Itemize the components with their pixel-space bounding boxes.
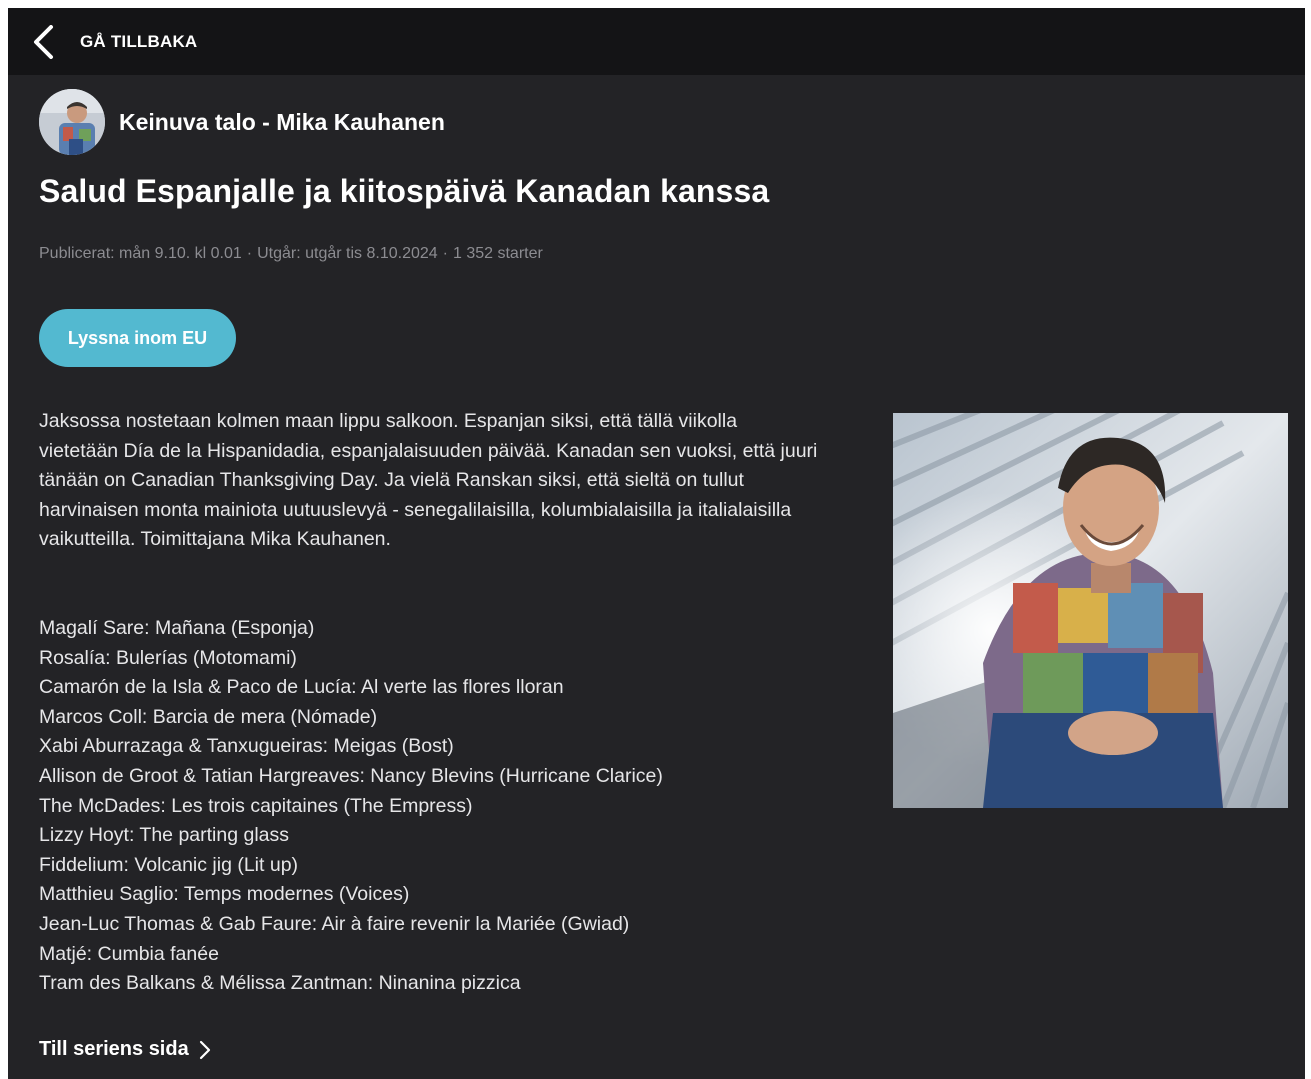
playlist-item: Camarón de la Isla & Paco de Lucía: Al v… — [39, 676, 564, 699]
playlist-item: Marcos Coll: Barcia de mera (Nómade) — [39, 705, 378, 728]
top-bar: GÅ TILLBAKA — [8, 8, 1305, 75]
expiry-date: Utgår: utgår tis 8.10.2024 — [257, 245, 438, 262]
series-title: Keinuva talo - Mika Kauhanen — [119, 108, 445, 135]
series-page-link[interactable]: Till seriens sida — [39, 1038, 211, 1061]
playlist-item: Lizzy Hoyt: The parting glass — [39, 824, 290, 847]
playlist-item: The McDades: Les trois capitaines (The E… — [39, 794, 473, 817]
playlist-item: Xabi Aburrazaga & Tanxugueiras: Meigas (… — [39, 735, 454, 758]
meta-separator: · — [442, 245, 448, 262]
playlist-item: Allison de Groot & Tatian Hargreaves: Na… — [39, 764, 663, 787]
playlist-item: Rosalía: Bulerías (Motomami) — [39, 646, 297, 669]
series-header[interactable]: Keinuva talo - Mika Kauhanen — [39, 89, 445, 155]
playlist-item: Matjé: Cumbia fanée — [39, 942, 219, 965]
description-text: Jaksossa nostetaan kolmen maan lippu sal… — [39, 410, 818, 551]
chevron-left-icon — [32, 24, 54, 59]
back-button[interactable]: GÅ TILLBAKA — [8, 8, 197, 75]
series-page-link-label: Till seriens sida — [39, 1038, 189, 1060]
chevron-right-icon — [189, 1040, 211, 1060]
playlist: Magalí Sare: Mañana (Esponja) Rosalía: B… — [39, 614, 859, 999]
start-count: 1 352 starter — [453, 245, 543, 262]
meta-separator: · — [246, 245, 253, 262]
episode-title: Salud Espanjalle ja kiitospäivä Kanadan … — [39, 173, 770, 209]
series-avatar — [39, 89, 105, 155]
playlist-item: Magalí Sare: Mañana (Esponja) — [39, 617, 315, 639]
playlist-item: Fiddelium: Volcanic jig (Lit up) — [39, 853, 299, 876]
episode-meta: Publicerat: mån 9.10. kl 0.01 · Utgår: utg… — [39, 245, 543, 263]
app-window: GÅ TILLBAKA Keinuva talo - Mika Kauhanen… — [8, 8, 1305, 1079]
listen-button[interactable]: Lyssna inom EU — [39, 309, 236, 367]
playlist-item: Jean-Luc Thomas & Gab Faure: Air à faire… — [39, 912, 630, 935]
back-label: GÅ TILLBAKA — [80, 31, 198, 51]
playlist-item: Tram des Balkans & Mélissa Zantman: Nina… — [39, 972, 521, 995]
episode-image — [893, 413, 1288, 808]
episode-description: Jaksossa nostetaan kolmen maan lippu sal… — [39, 407, 819, 555]
published-date: Publicerat: mån 9.10. kl 0.01 — [39, 245, 242, 262]
playlist-item: Matthieu Saglio: Temps modernes (Voices) — [39, 883, 410, 906]
